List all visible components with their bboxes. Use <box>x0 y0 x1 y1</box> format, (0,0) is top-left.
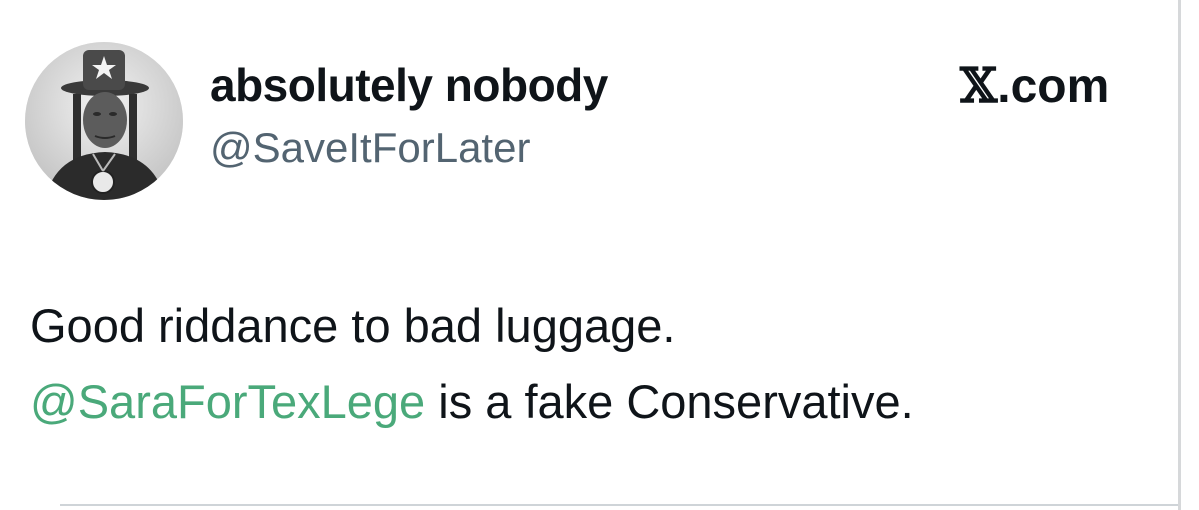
tweet-text: Good riddance to bad luggage. @SaraForTe… <box>30 288 1150 440</box>
bottom-divider <box>60 504 1178 506</box>
tweet-line-2: @SaraForTexLege is a fake Conservative. <box>30 364 1150 440</box>
tweet-card: absolutely nobody @SaveItForLater 𝕏.com … <box>0 0 1199 510</box>
display-name[interactable]: absolutely nobody <box>210 58 608 112</box>
tweet-line-1: Good riddance to bad luggage. <box>30 299 676 352</box>
author-handle[interactable]: @SaveItForLater <box>210 124 530 172</box>
x-logo-icon: 𝕏 <box>960 58 998 114</box>
mention-link[interactable]: @SaraForTexLege <box>30 375 425 428</box>
tweet-line-2-text: is a fake Conservative. <box>425 375 914 428</box>
avatar[interactable] <box>25 42 183 200</box>
avatar-portrait-image <box>25 42 183 200</box>
domain-suffix: .com <box>997 60 1110 113</box>
x-com-source-label[interactable]: 𝕏.com <box>960 58 1109 114</box>
right-edge-divider <box>1178 0 1181 510</box>
